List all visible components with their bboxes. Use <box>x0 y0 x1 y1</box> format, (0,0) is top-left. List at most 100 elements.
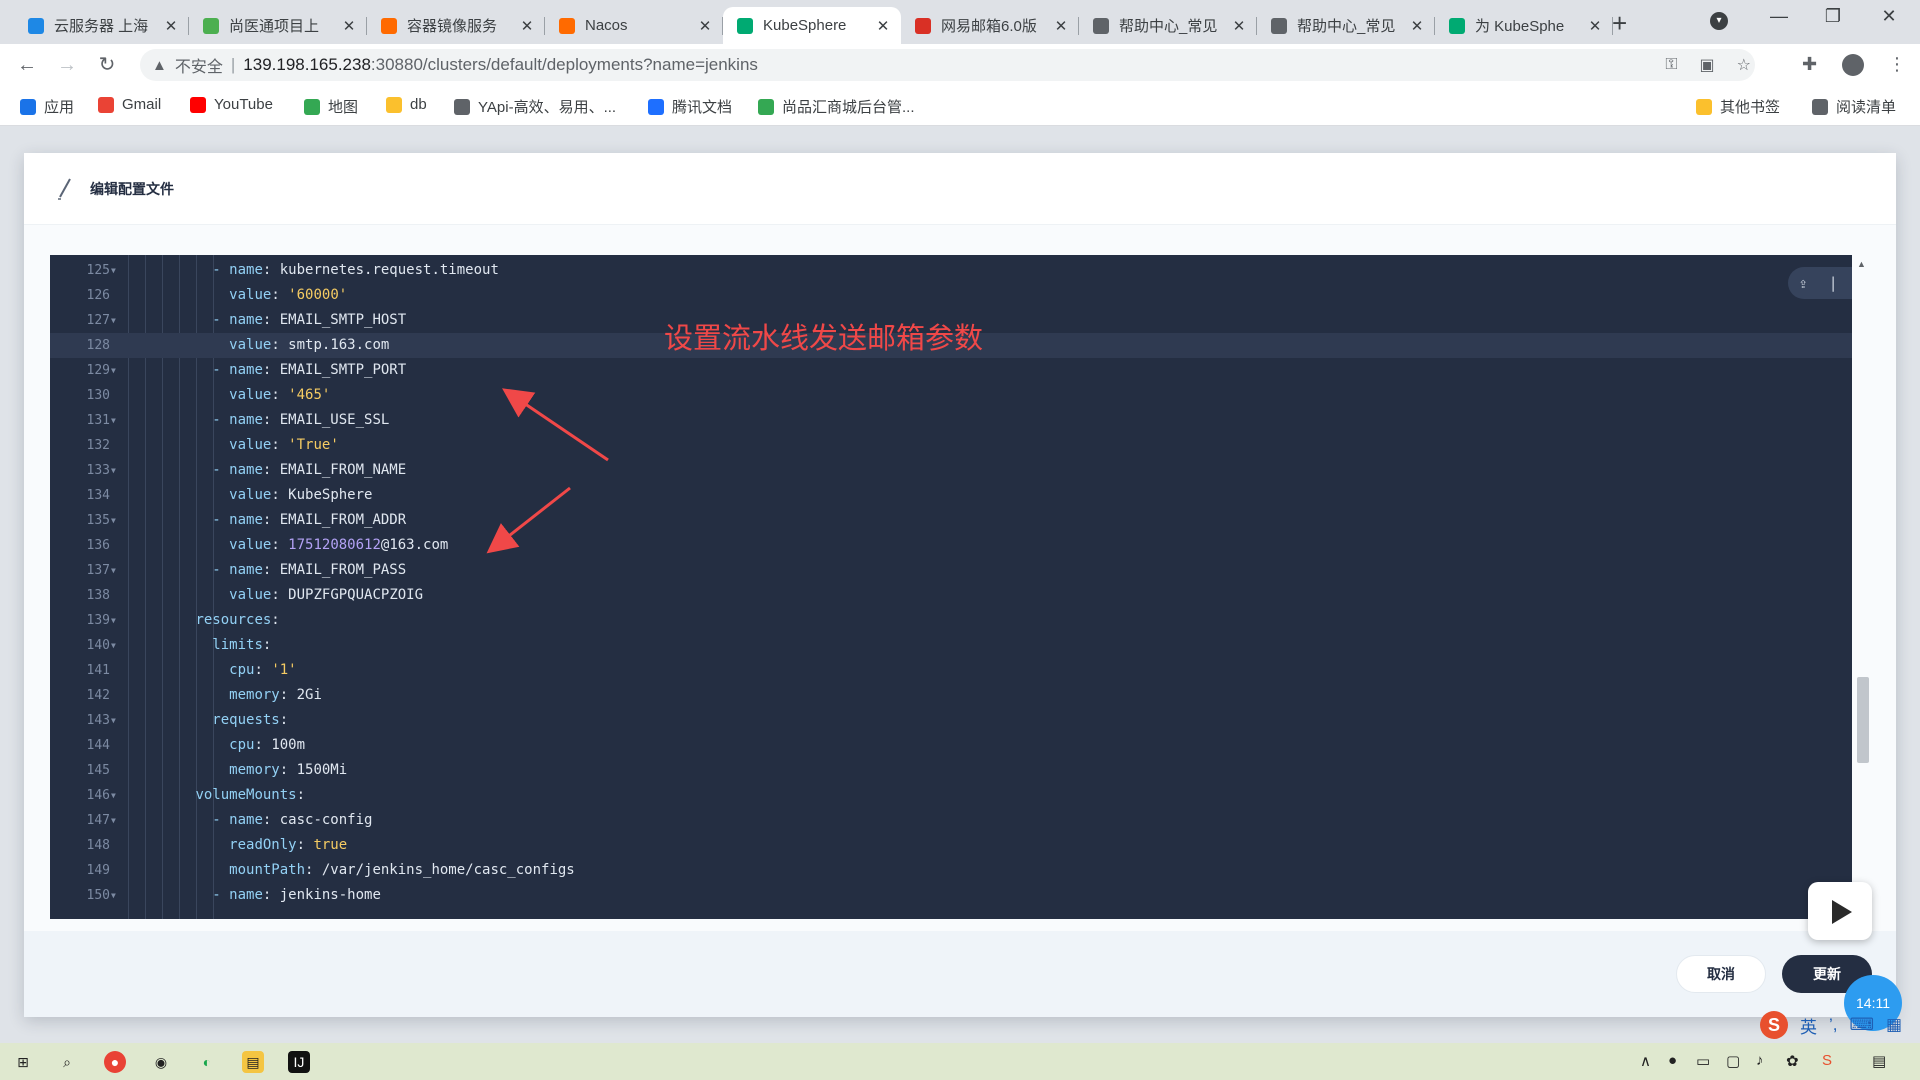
code-line[interactable]: 144 cpu: 100m <box>50 733 1852 758</box>
file-explorer-icon[interactable]: ▤ <box>242 1051 264 1073</box>
browser-tab[interactable]: 网易邮箱6.0版 ✕ <box>901 7 1079 44</box>
tab-close-icon[interactable]: ✕ <box>1409 17 1425 35</box>
code-line[interactable]: 143 ▼ requests: <box>50 708 1852 733</box>
code-line[interactable]: 139 ▼ resources: <box>50 608 1852 633</box>
browser-tab[interactable]: 容器镜像服务 ✕ <box>367 7 545 44</box>
key-icon[interactable]: ⚿ <box>1665 56 1677 74</box>
fold-toggle-icon[interactable]: ▼ <box>111 558 121 583</box>
browser-tab[interactable]: KubeSphere ✕ <box>723 7 901 44</box>
tab-close-icon[interactable]: ✕ <box>1587 17 1603 35</box>
code-line[interactable]: 126 value: '60000' <box>50 283 1852 308</box>
code-line[interactable]: 131 ▼ - name: EMAIL_USE_SSL <box>50 408 1852 433</box>
profile-avatar[interactable] <box>1842 54 1864 76</box>
notification-center-icon[interactable]: ▤ <box>1872 1052 1886 1070</box>
fold-toggle-icon[interactable]: ▼ <box>111 633 121 658</box>
browser-tab[interactable]: 帮助中心_常见 ✕ <box>1079 7 1257 44</box>
windows-start-icon[interactable]: ⊞ <box>12 1051 34 1073</box>
code-line[interactable]: 140 ▼ limits: <box>50 633 1852 658</box>
browser-tab[interactable]: 云服务器 上海 ✕ <box>14 7 189 44</box>
reload-button[interactable]: ↻ <box>94 52 120 78</box>
bookmark-item[interactable]: 应用 <box>20 96 74 117</box>
tab-close-icon[interactable]: ✕ <box>1053 17 1069 35</box>
volume-icon[interactable]: ♪ <box>1756 1052 1764 1069</box>
extensions-icon[interactable]: ✚ <box>1802 54 1817 75</box>
new-tab-button[interactable]: + <box>1612 8 1627 39</box>
ime-punctuation-icon[interactable]: ’, <box>1829 1015 1838 1035</box>
fold-toggle-icon[interactable]: ▼ <box>111 883 121 908</box>
sogou-ime-icon[interactable]: S <box>1760 1011 1788 1039</box>
search-icon[interactable]: ⌕ <box>56 1051 78 1073</box>
code-line[interactable]: 130 value: '465' <box>50 383 1852 408</box>
fold-toggle-icon[interactable]: ▼ <box>111 258 121 283</box>
bookmark-item[interactable]: db <box>386 96 427 113</box>
cancel-button[interactable]: 取消 <box>1676 955 1766 993</box>
fold-toggle-icon[interactable]: ▼ <box>111 408 121 433</box>
fold-toggle-icon[interactable]: ▼ <box>111 458 121 483</box>
fold-toggle-icon[interactable]: ▼ <box>111 608 121 633</box>
tab-search-icon[interactable]: ▾ <box>1710 12 1728 30</box>
obs-icon[interactable]: ◉ <box>150 1051 172 1073</box>
bookmark-item[interactable]: YouTube <box>190 96 273 113</box>
code-line[interactable]: 148 readOnly: true <box>50 833 1852 858</box>
code-line[interactable]: 149 mountPath: /var/jenkins_home/casc_con… <box>50 858 1852 883</box>
tab-close-icon[interactable]: ✕ <box>163 17 179 35</box>
browser-menu-icon[interactable]: ⋮ <box>1888 54 1906 75</box>
scrollbar-thumb[interactable] <box>1857 677 1869 763</box>
tab-close-icon[interactable]: ✕ <box>341 17 357 35</box>
code-line[interactable]: 135 ▼ - name: EMAIL_FROM_ADDR <box>50 508 1852 533</box>
ime-language-label[interactable]: 英 <box>1800 1013 1817 1038</box>
fold-toggle-icon[interactable]: ▼ <box>111 508 121 533</box>
close-window-button[interactable]: ✕ <box>1866 6 1912 27</box>
tray-chevron-icon[interactable]: ∧ <box>1640 1052 1651 1070</box>
fold-toggle-icon[interactable]: ▼ <box>111 308 121 333</box>
code-line[interactable]: 137 ▼ - name: EMAIL_FROM_PASS <box>50 558 1852 583</box>
bookmark-item[interactable]: 尚品汇商城后台管... <box>758 96 915 117</box>
upload-icon[interactable]: ⇪ <box>1799 274 1808 292</box>
bookmark-item[interactable]: 地图 <box>304 96 358 117</box>
code-line[interactable]: 147 ▼ - name: casc-config <box>50 808 1852 833</box>
browser-tab[interactable]: 尚医通项目上 ✕ <box>189 7 367 44</box>
bookmark-star-icon[interactable]: ☆ <box>1737 55 1751 75</box>
tab-close-icon[interactable]: ✕ <box>875 17 891 35</box>
back-button[interactable]: ← <box>14 52 40 78</box>
code-line[interactable]: 125 ▼ - name: kubernetes.request.timeout <box>50 258 1852 283</box>
code-line[interactable]: 132 value: 'True' <box>50 433 1852 458</box>
browser-tab[interactable]: 为 KubeSphe ✕ <box>1435 7 1613 44</box>
fold-toggle-icon[interactable]: ▼ <box>111 783 121 808</box>
chrome-icon[interactable]: ● <box>104 1051 126 1073</box>
microphone-icon[interactable]: ● <box>1668 1052 1677 1069</box>
translate-icon[interactable]: ▣ <box>1700 55 1715 75</box>
code-line[interactable]: 146 ▼ volumeMounts: <box>50 783 1852 808</box>
floating-video-widget[interactable] <box>1808 882 1872 940</box>
code-line[interactable]: 134 value: KubeSphere <box>50 483 1852 508</box>
scroll-up-arrow-icon[interactable]: ▲ <box>1857 259 1866 269</box>
ime-menu-icon[interactable]: ▦ <box>1886 1015 1902 1035</box>
bookmark-item[interactable]: Gmail <box>98 96 161 113</box>
restore-button[interactable]: ❐ <box>1810 6 1856 27</box>
code-line[interactable]: 141 cpu: '1' <box>50 658 1852 683</box>
bookmark-item[interactable]: YApi-高效、易用、... <box>454 96 616 117</box>
fold-toggle-icon[interactable]: ▼ <box>111 708 121 733</box>
tab-close-icon[interactable]: ✕ <box>1231 17 1247 35</box>
editor-scrollbar[interactable]: ▲ <box>1852 255 1872 919</box>
code-line[interactable]: 138 value: DUPZFGPQUACPZOIG <box>50 583 1852 608</box>
tab-close-icon[interactable]: ✕ <box>697 17 713 35</box>
browser-tab[interactable]: 帮助中心_常见 ✕ <box>1257 7 1435 44</box>
tray-app-icon[interactable]: ✿ <box>1786 1052 1799 1070</box>
code-line[interactable]: 142 memory: 2Gi <box>50 683 1852 708</box>
code-line[interactable]: 129 ▼ - name: EMAIL_SMTP_PORT <box>50 358 1852 383</box>
bookmark-item[interactable]: 其他书签 <box>1696 96 1780 117</box>
ime-keyboard-icon[interactable]: ⌨ <box>1850 1015 1875 1035</box>
address-bar[interactable]: ▲ 不安全 | 139.198.165.238 :30880/clusters/… <box>140 49 1755 81</box>
bookmark-item[interactable]: 阅读清单 <box>1812 96 1896 117</box>
fold-toggle-icon[interactable]: ▼ <box>111 358 121 383</box>
intellij-icon[interactable]: IJ <box>288 1051 310 1073</box>
bookmark-item[interactable]: 腾讯文档 <box>648 96 732 117</box>
tab-close-icon[interactable]: ✕ <box>519 17 535 35</box>
code-line[interactable]: 150 ▼ - name: jenkins-home <box>50 883 1852 908</box>
browser-tab[interactable]: Nacos ✕ <box>545 7 723 44</box>
code-line[interactable]: 133 ▼ - name: EMAIL_FROM_NAME <box>50 458 1852 483</box>
code-line[interactable]: 136 value: 17512080612@163.com <box>50 533 1852 558</box>
network-icon[interactable]: ▢ <box>1726 1052 1740 1070</box>
battery-icon[interactable]: ▭ <box>1696 1052 1710 1070</box>
